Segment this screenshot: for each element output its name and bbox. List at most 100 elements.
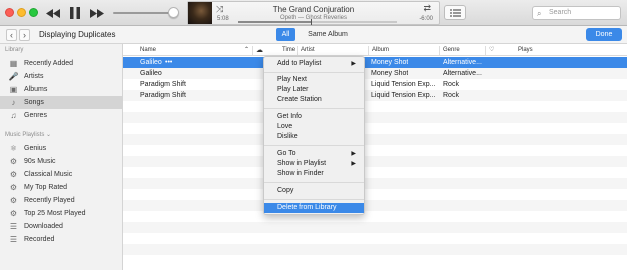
- table-row-empty: [123, 123, 627, 134]
- remaining-time: -6:00: [419, 16, 433, 22]
- menu-item-go-to[interactable]: Go To ▶: [264, 149, 364, 159]
- menu-item-play-next[interactable]: Play Next: [264, 75, 364, 85]
- rewind-icon: [46, 8, 60, 18]
- table-row-empty: [123, 233, 627, 244]
- repeat-icon[interactable]: ⇄: [423, 3, 431, 14]
- column-header-love[interactable]: ♡: [485, 46, 494, 55]
- menu-separator: [264, 182, 364, 183]
- table-row[interactable]: Paradigm Shift Liquid Tension Exp... Roc…: [123, 79, 627, 90]
- column-header-genre[interactable]: Genre: [439, 46, 460, 55]
- sidebar-item-label: Top 25 Most Played: [24, 210, 86, 217]
- sidebar-item-recently-played[interactable]: ⚙ Recently Played: [0, 194, 122, 207]
- sidebar-item-albums[interactable]: ▣ Albums: [0, 83, 122, 96]
- forward-button[interactable]: ›: [19, 29, 30, 41]
- table-row-empty: [123, 167, 627, 178]
- menu-item-delete-from-library[interactable]: Delete from Library: [264, 203, 364, 213]
- sidebar-item-recorded[interactable]: ☰ Recorded: [0, 233, 122, 246]
- segment-all[interactable]: All: [276, 28, 295, 41]
- sort-ascending-icon[interactable]: ⌃: [241, 46, 249, 55]
- done-button[interactable]: Done: [586, 28, 622, 41]
- sidebar-item-my-top-rated[interactable]: ⚙ My Top Rated: [0, 181, 122, 194]
- song-name: Galileo: [140, 59, 162, 66]
- table-row[interactable]: Paradigm Shift Liquid Tension Exp... Roc…: [123, 90, 627, 101]
- column-header-album[interactable]: Album: [368, 46, 389, 55]
- column-header-artist[interactable]: Artist: [297, 46, 315, 55]
- table-row-empty: [123, 145, 627, 156]
- previous-track-button[interactable]: [44, 5, 62, 21]
- sidebar-item-genres[interactable]: ♫ Genres: [0, 109, 122, 122]
- back-button[interactable]: ‹: [6, 29, 17, 41]
- pause-button[interactable]: [66, 5, 84, 21]
- menu-item-get-info[interactable]: Get Info: [264, 112, 364, 122]
- context-menu: Add to Playlist ▶ Play Next Play Later C…: [263, 56, 365, 215]
- menu-item-label: Show in Playlist: [277, 160, 327, 167]
- page-title: Displaying Duplicates: [39, 30, 116, 39]
- up-next-button[interactable]: [444, 5, 466, 20]
- table-row-empty: [123, 156, 627, 167]
- sidebar-item-classical-music[interactable]: ⚙ Classical Music: [0, 168, 122, 181]
- sidebar-item-artists[interactable]: 🎤 Artists: [0, 70, 122, 83]
- shuffle-icon[interactable]: ⤨: [216, 4, 223, 15]
- zoom-window-button[interactable]: [29, 8, 38, 17]
- menu-item-love[interactable]: Love: [264, 122, 364, 132]
- albums-icon: ▣: [9, 85, 18, 94]
- table-row-empty: [123, 112, 627, 123]
- sidebar-item-label: Genres: [24, 112, 47, 119]
- sidebar-item-label: 90s Music: [24, 158, 56, 165]
- track-title: The Grand Conjuration: [272, 5, 355, 14]
- minimize-window-button[interactable]: [17, 8, 26, 17]
- table-row[interactable]: Galileo ••• Money Shot Alternative...: [123, 57, 627, 68]
- close-window-button[interactable]: [5, 8, 14, 17]
- song-name: Paradigm Shift: [140, 81, 186, 88]
- sidebar-item-genius[interactable]: ⚛ Genius: [0, 142, 122, 155]
- sidebar-item-label: Artists: [24, 73, 44, 80]
- volume-slider-track[interactable]: [113, 12, 176, 14]
- pause-icon: [70, 7, 80, 19]
- sidebar-item-recently-added[interactable]: ▦ Recently Added: [0, 57, 122, 70]
- sidebar-item-top-25-most-played[interactable]: ⚙ Top 25 Most Played: [0, 207, 122, 220]
- menu-item-create-station[interactable]: Create Station: [264, 95, 364, 105]
- playback-progress-bar[interactable]: [238, 19, 397, 25]
- menu-item-dislike[interactable]: Dislike: [264, 132, 364, 142]
- sidebar-item-90s-music[interactable]: ⚙ 90s Music: [0, 155, 122, 168]
- album-artwork[interactable]: [188, 2, 212, 24]
- volume-slider-knob[interactable]: [168, 7, 179, 18]
- music-playlists-header[interactable]: Music Playlists ⌄: [5, 131, 51, 138]
- table-row-empty: [123, 101, 627, 112]
- sidebar-item-label: Albums: [24, 86, 48, 93]
- segment-same-album[interactable]: Same Album: [298, 28, 358, 41]
- smart-playlist-icon: ⚙: [9, 196, 18, 205]
- menu-item-add-to-playlist[interactable]: Add to Playlist ▶: [264, 59, 364, 69]
- songs-table-header: Name ⌃ ☁ Time Artist Album Genre ♡ Plays: [123, 44, 627, 56]
- sidebar-item-songs[interactable]: ♪ Songs: [0, 96, 122, 109]
- menu-separator: [264, 108, 364, 109]
- search-icon: ⌕: [537, 9, 542, 18]
- menu-item-copy[interactable]: Copy: [264, 186, 364, 196]
- sidebar-item-label: Recently Added: [24, 60, 74, 67]
- column-header-plays[interactable]: Plays: [515, 46, 533, 55]
- genre-name: Rock: [443, 81, 459, 88]
- search-input[interactable]: ⌕ Search: [532, 6, 621, 20]
- playback-progress-head[interactable]: [311, 19, 313, 25]
- table-row[interactable]: Galileo Money Shot Alternative...: [123, 68, 627, 79]
- column-header-time[interactable]: Time: [279, 46, 295, 55]
- genre-name: Rock: [443, 92, 459, 99]
- sidebar-item-label: Classical Music: [24, 171, 73, 178]
- menu-item-show-in-finder[interactable]: Show in Finder: [264, 169, 364, 179]
- sidebar-item-label: My Top Rated: [24, 184, 68, 191]
- toolbar: ⤨ The Grand Conjuration Opeth — Ghost Re…: [0, 0, 627, 26]
- more-options-icon[interactable]: •••: [165, 58, 172, 67]
- cloud-status-icon[interactable]: ☁: [252, 46, 263, 55]
- artists-icon: 🎤: [8, 72, 19, 81]
- column-header-name[interactable]: Name: [137, 46, 156, 55]
- menu-item-show-in-playlist[interactable]: Show in Playlist ▶: [264, 159, 364, 169]
- table-row-empty: [123, 222, 627, 233]
- menu-item-play-later[interactable]: Play Later: [264, 85, 364, 95]
- album-name: Money Shot: [371, 59, 409, 66]
- genre-name: Alternative...: [443, 70, 482, 77]
- table-row-empty: [123, 255, 627, 266]
- next-track-button[interactable]: [88, 5, 106, 21]
- sidebar-item-downloaded[interactable]: ☰ Downloaded: [0, 220, 122, 233]
- sidebar-item-label: Genius: [24, 145, 47, 152]
- song-name: Paradigm Shift: [140, 92, 186, 99]
